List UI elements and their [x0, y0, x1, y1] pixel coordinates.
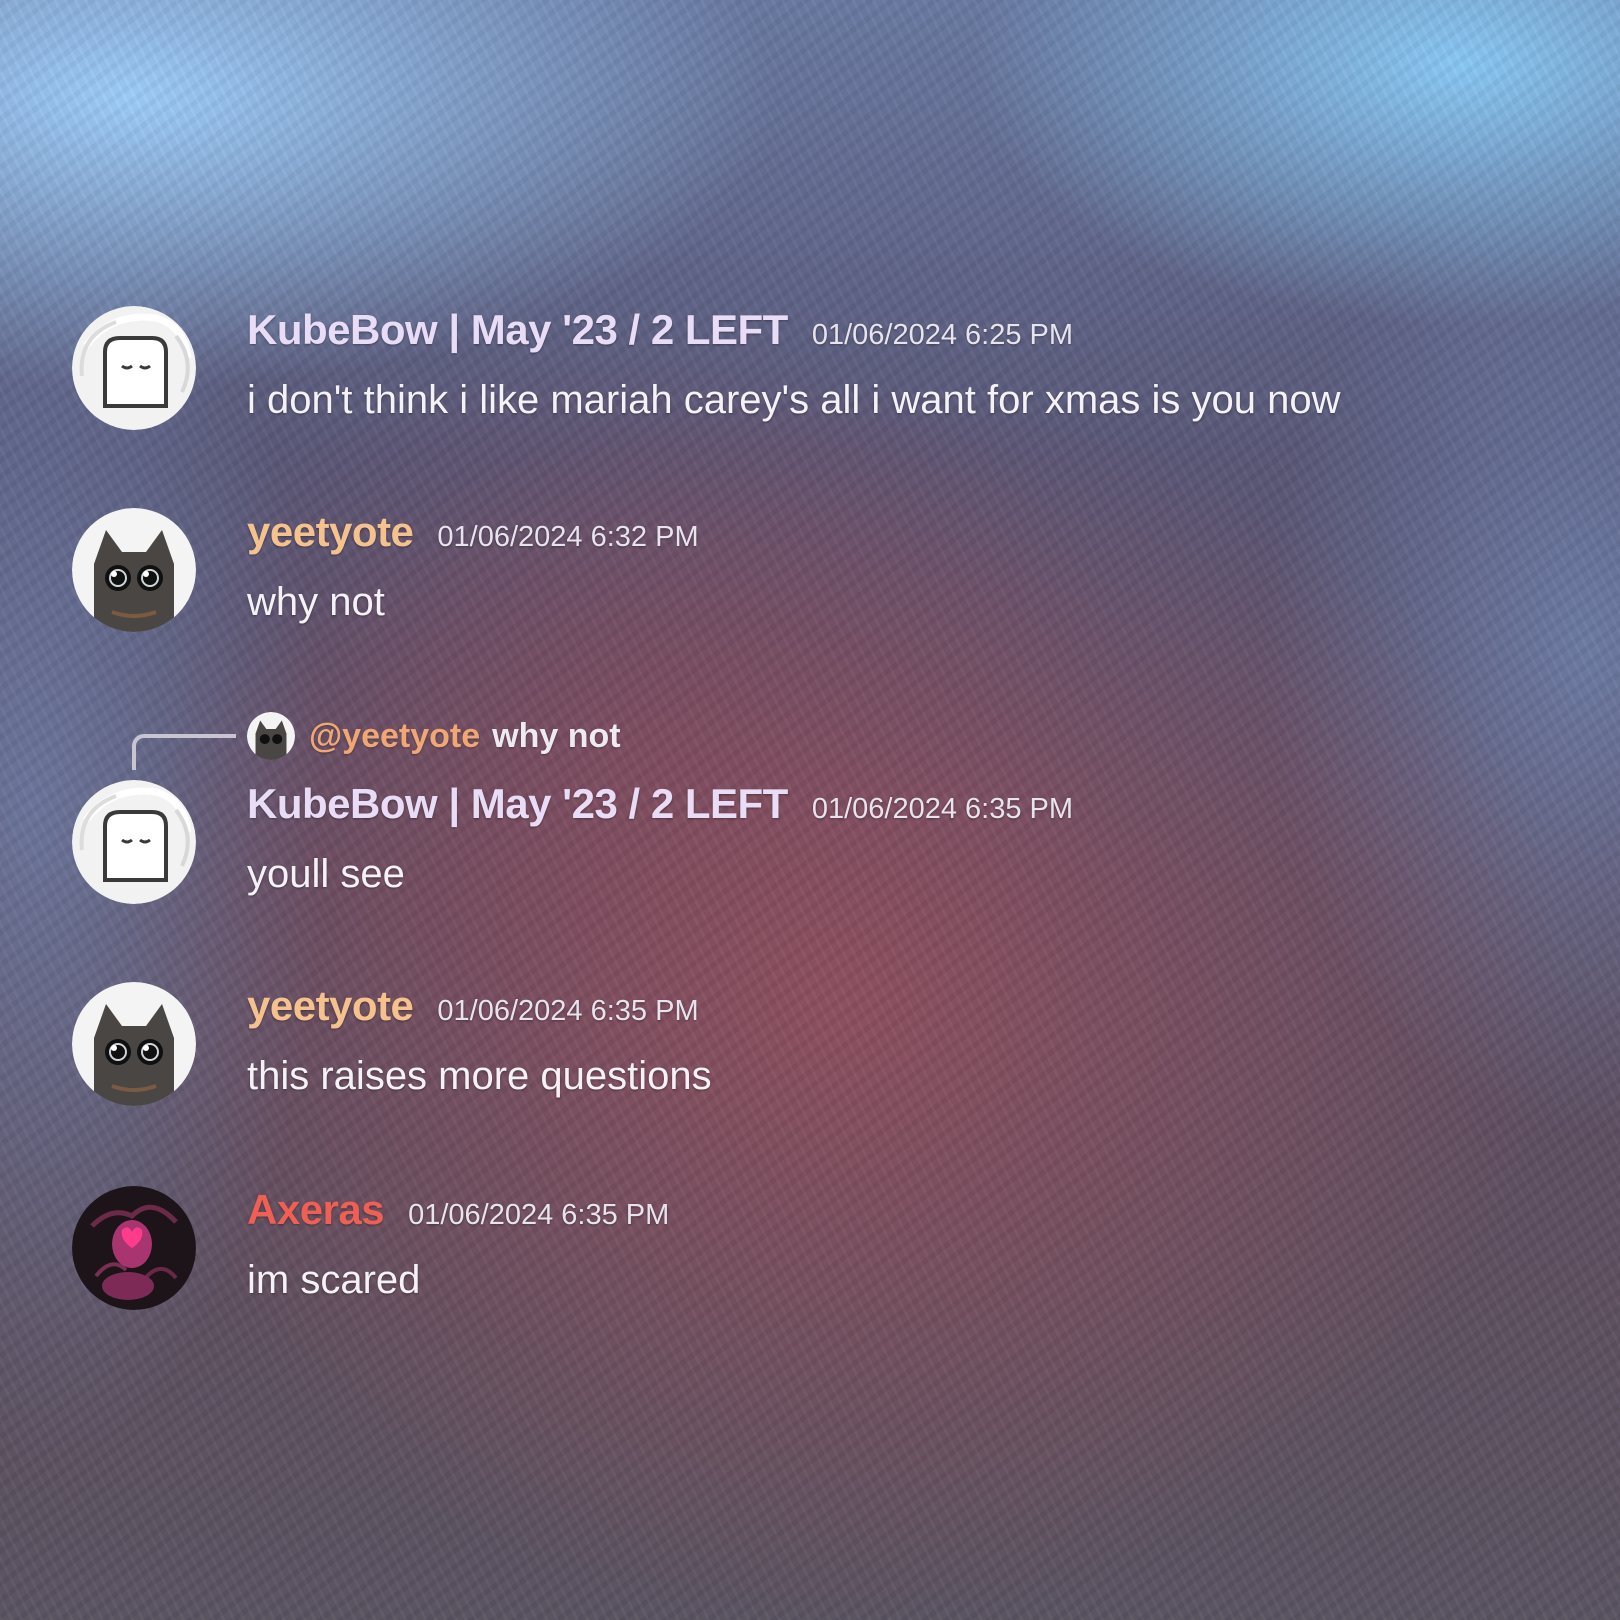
timestamp: 01/06/2024 6:32 PM [437, 521, 699, 553]
message-header: Axeras 01/06/2024 6:35 PM [247, 1186, 669, 1234]
message-text: why not [247, 580, 385, 624]
message-header: yeetyote 01/06/2024 6:32 PM [247, 508, 699, 556]
reply-avatar [247, 712, 295, 760]
cat-icon [72, 508, 196, 632]
chat-log: KubeBow | May '23 / 2 LEFT 01/06/2024 6:… [0, 0, 1620, 1620]
reply-text: why not [492, 716, 621, 755]
message-header: KubeBow | May '23 / 2 LEFT 01/06/2024 6:… [247, 780, 1073, 828]
avatar[interactable] [72, 306, 196, 430]
avatar[interactable] [72, 982, 196, 1106]
reply-connector [132, 734, 236, 770]
reply-mention[interactable]: @yeetyote [309, 717, 480, 756]
message-text: this raises more questions [247, 1054, 712, 1098]
message-text: im scared [247, 1258, 421, 1302]
avatar[interactable] [72, 780, 196, 904]
message-header: yeetyote 01/06/2024 6:35 PM [247, 982, 699, 1030]
message-header: KubeBow | May '23 / 2 LEFT 01/06/2024 6:… [247, 306, 1073, 354]
author-name[interactable]: yeetyote [247, 508, 414, 556]
timestamp: 01/06/2024 6:35 PM [408, 1199, 670, 1231]
cat-icon [247, 712, 295, 760]
toast-icon [72, 780, 196, 904]
message-text: i don't think i like mariah carey's all … [247, 378, 1341, 422]
timestamp: 01/06/2024 6:35 PM [811, 793, 1074, 825]
author-name[interactable]: Axeras [247, 1186, 385, 1234]
message-text: youll see [247, 852, 405, 896]
toast-icon [72, 306, 196, 430]
author-name[interactable]: KubeBow | May '23 / 2 LEFT [247, 306, 788, 354]
cat-icon [72, 982, 196, 1106]
timestamp: 01/06/2024 6:35 PM [437, 995, 699, 1027]
author-name[interactable]: KubeBow | May '23 / 2 LEFT [247, 780, 788, 828]
author-name[interactable]: yeetyote [247, 982, 414, 1030]
timestamp: 01/06/2024 6:25 PM [811, 319, 1074, 351]
reply-reference[interactable]: @yeetyote why not [247, 708, 621, 764]
avatar[interactable] [72, 1186, 196, 1310]
avatar[interactable] [72, 508, 196, 632]
pink-figure-icon [72, 1186, 196, 1310]
